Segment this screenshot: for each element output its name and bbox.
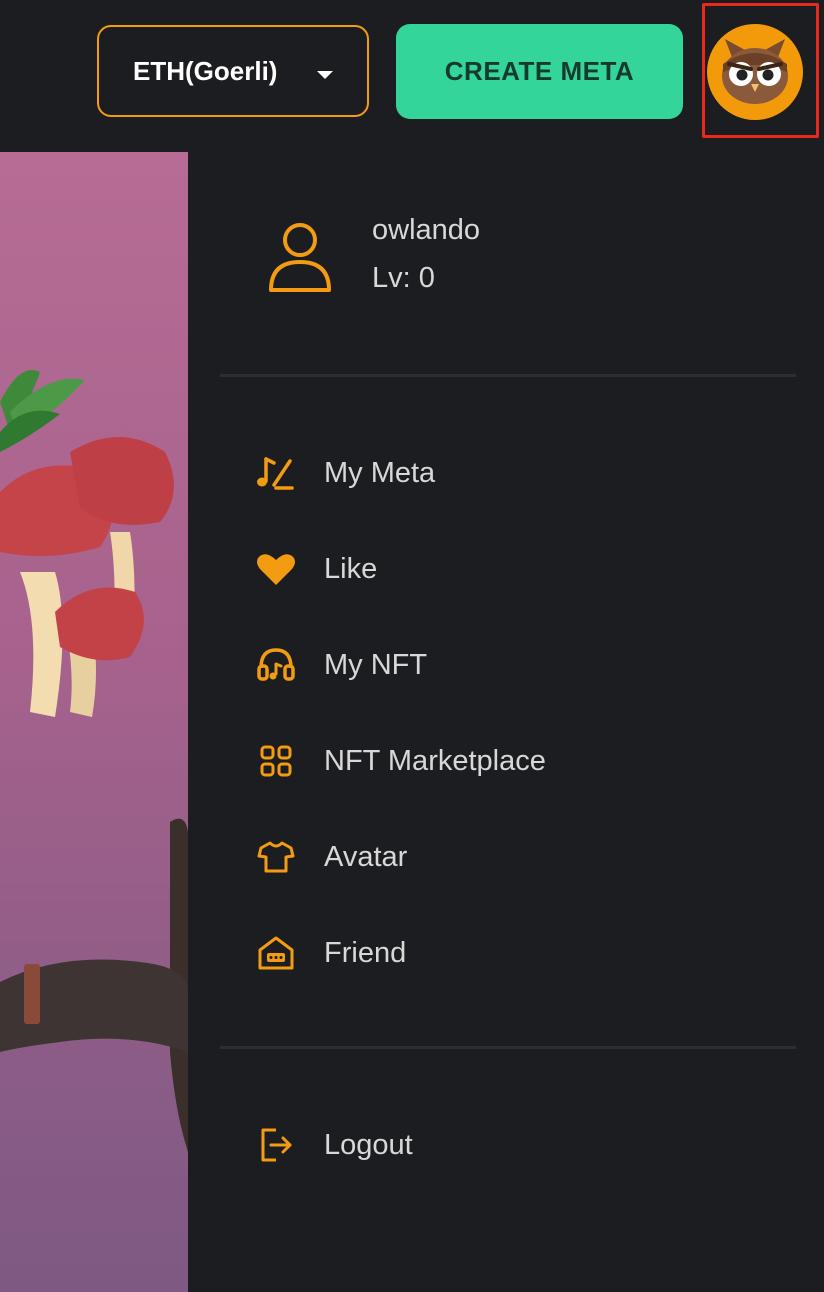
menu-item-my-meta[interactable]: My Meta xyxy=(256,443,776,503)
menu-item-avatar[interactable]: Avatar xyxy=(256,827,776,887)
menu-item-nft-marketplace[interactable]: NFT Marketplace xyxy=(256,731,776,791)
menu-label-like: Like xyxy=(324,552,378,585)
menu-item-friend[interactable]: Friend xyxy=(256,923,776,983)
divider xyxy=(220,374,796,377)
network-selector-label: ETH(Goerli) xyxy=(133,55,278,86)
headphones-icon xyxy=(256,645,296,685)
logout-label: Logout xyxy=(324,1128,413,1161)
menu-label-avatar: Avatar xyxy=(324,840,408,873)
create-meta-button[interactable]: CREATE META xyxy=(396,24,683,119)
caret-down-icon xyxy=(317,71,333,79)
divider xyxy=(220,1046,796,1049)
network-selector[interactable]: ETH(Goerli) xyxy=(97,25,369,117)
logout-icon xyxy=(256,1125,296,1165)
top-bar: ETH(Goerli) CREATE META xyxy=(0,0,824,152)
username: owlando xyxy=(372,214,481,246)
user-icon xyxy=(266,218,334,296)
hero-3d-scene-image xyxy=(0,152,188,1292)
menu-label-nft-marketplace: NFT Marketplace xyxy=(324,744,546,777)
logout-button[interactable]: Logout xyxy=(256,1115,776,1175)
music-edit-icon xyxy=(256,453,296,493)
grid-icon xyxy=(256,741,296,781)
user-level: Lv: 0 xyxy=(372,262,435,294)
tshirt-icon xyxy=(256,837,296,877)
house-chat-icon xyxy=(256,933,296,973)
heart-icon xyxy=(256,549,296,589)
menu-item-like[interactable]: Like xyxy=(256,539,776,599)
menu-label-friend: Friend xyxy=(324,936,407,969)
owl-avatar-icon[interactable] xyxy=(707,24,803,120)
menu-item-my-nft[interactable]: My NFT xyxy=(256,635,776,695)
menu-label-my-nft: My NFT xyxy=(324,648,428,681)
menu-label-my-meta: My Meta xyxy=(324,456,436,489)
